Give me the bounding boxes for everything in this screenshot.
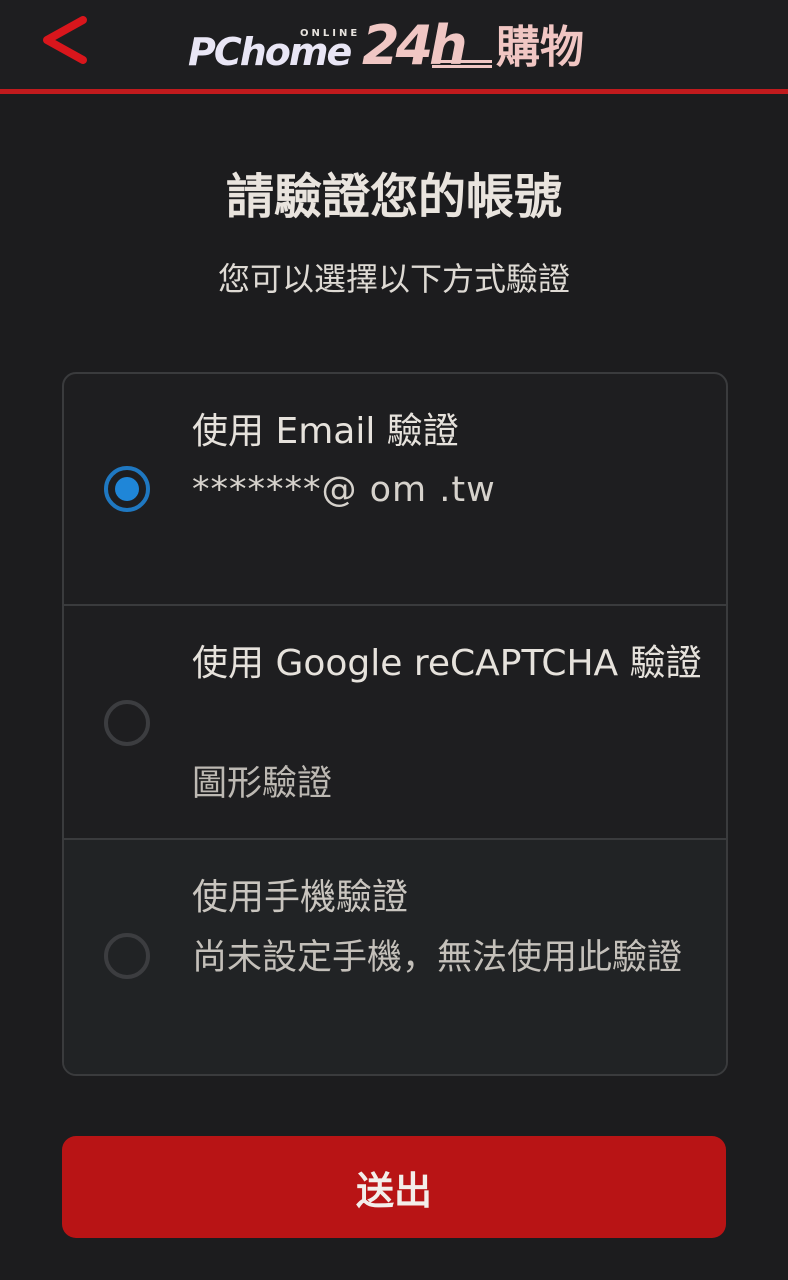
option-recaptcha-desc: 圖形驗證: [192, 764, 333, 804]
option-recaptcha-label: 使用 Google reCAPTCHA 驗證: [192, 643, 702, 684]
back-button[interactable]: [28, 8, 98, 72]
top-bar: PChome ONLINE 24h 購物: [0, 0, 788, 90]
chevron-left-icon: [43, 16, 87, 64]
option-phone-desc: 尚未設定手機，無法使用此驗證: [192, 938, 683, 978]
option-email-address: *******@ om .tw: [192, 470, 496, 510]
submit-button[interactable]: 送出: [62, 1136, 726, 1238]
logo-shop-text: 購物: [496, 22, 584, 73]
verification-options: 使用 Email 驗證 *******@ om .tw 使用 Google re…: [62, 372, 728, 1076]
radio-email[interactable]: [104, 466, 150, 512]
option-email[interactable]: 使用 Email 驗證 *******@ om .tw: [64, 374, 726, 606]
page-title: 請驗證您的帳號: [225, 169, 562, 225]
radio-recaptcha[interactable]: [104, 700, 150, 746]
radio-phone[interactable]: [104, 933, 150, 979]
option-phone-label: 使用手機驗證: [192, 877, 409, 918]
page-subtitle: 您可以選擇以下方式驗證: [217, 260, 570, 298]
header-divider: [0, 89, 788, 94]
option-email-label: 使用 Email 驗證: [192, 411, 459, 452]
option-recaptcha[interactable]: 使用 Google reCAPTCHA 驗證 圖形驗證: [64, 606, 726, 840]
pchome-24h-logo[interactable]: PChome ONLINE 24h 購物: [186, 14, 606, 76]
logo-online-text: ONLINE: [300, 28, 361, 39]
option-phone[interactable]: 使用手機驗證 尚未設定手機，無法使用此驗證: [64, 840, 726, 1074]
logo-stripes: [432, 60, 492, 72]
